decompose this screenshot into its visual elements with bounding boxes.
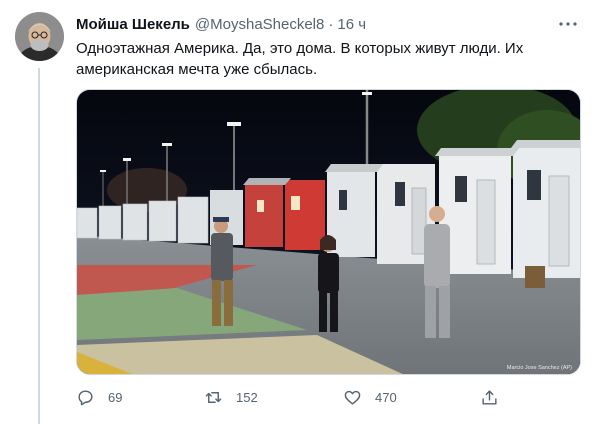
like-icon (344, 390, 361, 405)
tweet-actions: 69 152 470 (76, 384, 516, 410)
photo-credit: Marcio Jose Sanchez (AP) (506, 365, 572, 371)
tweet-text-line: Одноэтажная Америка. Да, это дома. В кот… (76, 40, 524, 57)
reply-count: 69 (108, 389, 123, 405)
tweet-photo[interactable]: Marcio Jose Sanchez (AP) (76, 89, 581, 375)
share-icon (482, 389, 497, 405)
author-handle[interactable]: @MoyshaSheckel8 (195, 16, 324, 33)
avatar[interactable] (15, 12, 64, 61)
more-button[interactable] (558, 16, 578, 32)
like-button[interactable]: 470 (343, 384, 397, 410)
timestamp[interactable]: 16 ч (337, 16, 366, 33)
tweet-header: Мойша Шекель @MoyshaSheckel8 · 16 ч (76, 13, 590, 35)
like-count: 470 (375, 389, 397, 405)
retweet-count: 152 (236, 389, 258, 405)
tweet-text: Одноэтажная Америка. Да, это дома. В кот… (76, 38, 566, 80)
share-button[interactable] (480, 384, 499, 410)
thread-line (38, 68, 40, 424)
separator-dot: · (328, 15, 334, 33)
author-name[interactable]: Мойша Шекель (76, 16, 190, 33)
reply-button[interactable]: 69 (76, 384, 122, 410)
retweet-button[interactable]: 152 (204, 384, 258, 410)
avatar-image (15, 12, 64, 61)
more-icon (559, 22, 577, 26)
tweet-text-line: американская мечта уже сбылась. (76, 61, 318, 78)
retweet-icon (205, 391, 222, 403)
reply-icon (78, 389, 93, 405)
photo-tiny-homes (77, 90, 580, 374)
